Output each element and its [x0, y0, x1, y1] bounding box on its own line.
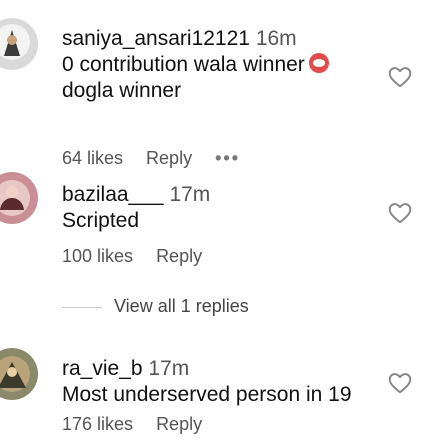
like-count[interactable]: 64 likes	[62, 148, 123, 168]
comment-actions: 176 likes Reply	[62, 414, 220, 435]
comment-header: ra_vie_b 17m	[62, 356, 371, 382]
comment-actions: 64 likes Reply •••	[62, 148, 258, 169]
angry-face-icon	[308, 53, 329, 73]
divider	[62, 306, 102, 308]
view-replies-button[interactable]: View all 1 replies	[62, 296, 249, 317]
reply-button[interactable]: Reply	[156, 414, 202, 434]
reply-button[interactable]: Reply	[156, 246, 202, 266]
avatar[interactable]	[0, 18, 38, 70]
comment-header: bazilaa___ 17m	[62, 182, 371, 208]
avatar[interactable]	[0, 348, 38, 400]
comment-text: Scripted	[62, 209, 140, 232]
view-replies-label: View all 1 replies	[114, 296, 249, 316]
like-count[interactable]: 100 likes	[62, 246, 133, 266]
heart-icon[interactable]	[387, 200, 413, 226]
heart-icon[interactable]	[387, 64, 413, 90]
comment-line: 0 contribution wala winner	[62, 53, 305, 76]
timestamp: 16m	[255, 27, 297, 50]
comment-actions: 100 likes Reply	[62, 246, 220, 267]
comment-text: 0 contribution wala winner	[62, 52, 371, 78]
heart-icon[interactable]	[387, 370, 413, 396]
username[interactable]: ra_vie_b	[62, 357, 143, 380]
username[interactable]: bazilaa___	[62, 183, 164, 206]
more-options-icon[interactable]: •••	[215, 148, 240, 168]
comment-text-line2: dogla winner	[62, 79, 182, 102]
username[interactable]: saniya_ansari12121	[62, 27, 250, 50]
timestamp: 17m	[148, 357, 190, 380]
timestamp: 17m	[169, 183, 211, 206]
comment-header: saniya_ansari12121 16m	[62, 26, 371, 52]
comment-text: Most underserved person in 19	[62, 383, 352, 406]
like-count[interactable]: 176 likes	[62, 414, 133, 434]
avatar[interactable]	[0, 172, 38, 224]
reply-button[interactable]: Reply	[146, 148, 192, 168]
